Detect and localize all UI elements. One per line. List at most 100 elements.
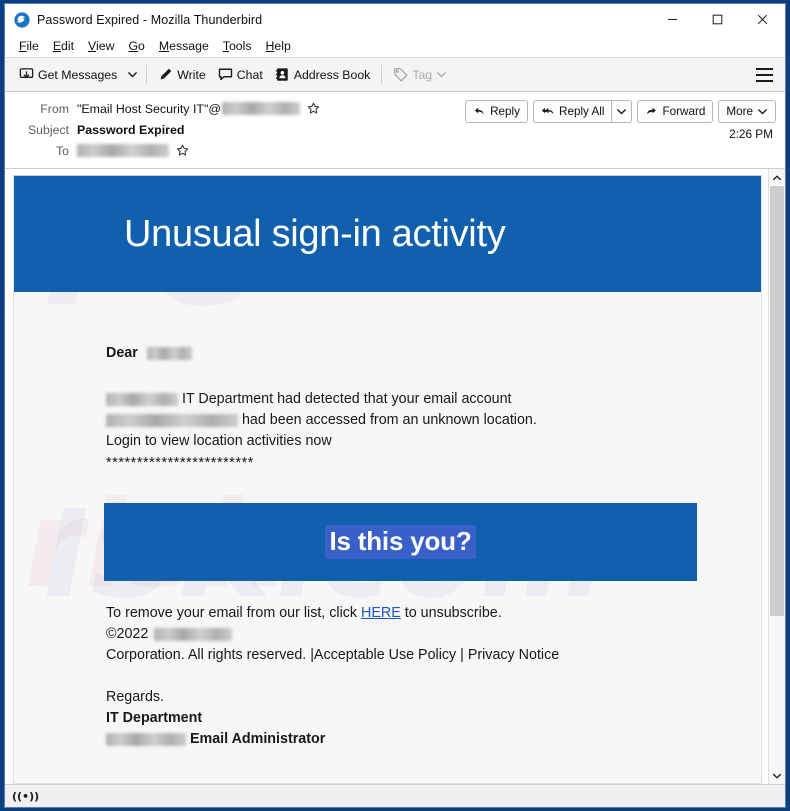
body-line-1-text: IT Department had detected that your ema… bbox=[181, 391, 512, 407]
tag-dropdown-chevron-down-icon[interactable] bbox=[432, 62, 450, 88]
chat-bubble-icon bbox=[218, 67, 233, 82]
from-value: "Email Host Security IT"@ bbox=[77, 102, 320, 116]
to-label: To bbox=[56, 143, 69, 158]
reply-all-label: Reply All bbox=[559, 105, 605, 118]
body-line-3: Login to view location activities now bbox=[106, 433, 332, 449]
body-line-2-text: had been accessed from an unknown locati… bbox=[241, 412, 537, 428]
regards-line: Regards. bbox=[106, 689, 165, 705]
reply-all-button[interactable]: Reply All bbox=[533, 100, 613, 123]
greeting-line: Dear bbox=[14, 292, 761, 364]
cta-link-label[interactable]: Is this you? bbox=[325, 525, 476, 559]
chat-button[interactable]: Chat bbox=[212, 62, 269, 88]
message-actions: Reply Reply All Forward More bbox=[460, 100, 776, 123]
write-label: Write bbox=[177, 67, 206, 82]
from-label: From bbox=[40, 101, 69, 116]
unsubscribe-prefix: To remove your email from our list, clic… bbox=[106, 605, 358, 621]
menu-item-go[interactable]: Go bbox=[121, 38, 151, 55]
message-scroll-area: PC risk ISK.com Unusual sign-in activity… bbox=[5, 169, 768, 784]
address-book-button[interactable]: Address Book bbox=[269, 62, 377, 88]
tag-button[interactable]: Tag bbox=[387, 62, 456, 88]
more-label: More bbox=[726, 105, 753, 118]
address-book-label: Address Book bbox=[293, 67, 371, 82]
email-content: PC risk ISK.com Unusual sign-in activity… bbox=[13, 175, 762, 784]
status-bar: ((•)) bbox=[5, 784, 785, 807]
email-footer: To remove your email from our list, clic… bbox=[14, 581, 761, 666]
menu-item-file[interactable]: File bbox=[12, 38, 46, 55]
to-row: To bbox=[5, 140, 785, 161]
copyright-text: ©2022 bbox=[106, 626, 149, 642]
reply-all-dropdown-chevron-down-icon[interactable] bbox=[612, 100, 633, 123]
menu-item-edit[interactable]: Edit bbox=[46, 38, 81, 55]
message-timestamp: 2:26 PM bbox=[729, 127, 773, 141]
get-messages-label: Get Messages bbox=[38, 67, 118, 82]
toolbar-divider-2 bbox=[381, 65, 383, 84]
forward-label: Forward bbox=[662, 105, 706, 118]
copyright-line: ©2022 bbox=[14, 624, 761, 645]
to-address-redaction bbox=[77, 144, 169, 157]
tag-icon bbox=[393, 67, 408, 82]
hamburger-menu-icon[interactable] bbox=[756, 65, 776, 85]
title-bar: Password Expired - Mozilla Thunderbird bbox=[5, 4, 785, 35]
administrator-text: Email Administrator bbox=[189, 731, 326, 747]
from-star-outline-icon[interactable] bbox=[307, 102, 320, 115]
unsubscribe-line: To remove your email from our list, clic… bbox=[14, 603, 761, 624]
more-chevron-down-icon bbox=[757, 106, 768, 117]
minimize-button[interactable] bbox=[650, 4, 695, 35]
reply-arrow-icon bbox=[473, 105, 486, 118]
subject-value: Password Expired bbox=[77, 122, 185, 137]
pencil-icon bbox=[158, 67, 173, 82]
get-messages-icon bbox=[19, 67, 34, 82]
thunderbird-window: Password Expired - Mozilla Thunderbird F… bbox=[4, 3, 786, 808]
reply-label: Reply bbox=[490, 105, 520, 118]
cta-banner[interactable]: Is this you? bbox=[104, 503, 697, 581]
menu-item-view[interactable]: View bbox=[81, 38, 121, 55]
message-body-pane: PC risk ISK.com Unusual sign-in activity… bbox=[5, 169, 785, 784]
legal-line: Corporation. All rights reserved. |Accep… bbox=[106, 647, 560, 663]
sender-domain-redaction bbox=[106, 392, 178, 406]
vertical-scrollbar[interactable] bbox=[768, 169, 785, 784]
to-value bbox=[77, 144, 189, 157]
get-messages-dropdown[interactable] bbox=[123, 62, 141, 88]
scrollbar-track[interactable] bbox=[769, 186, 785, 767]
thunderbird-logo-icon bbox=[14, 11, 30, 28]
forward-button[interactable]: Forward bbox=[637, 100, 714, 123]
scroll-up-chevron-up-icon[interactable] bbox=[769, 169, 785, 186]
scrollbar-thumb[interactable] bbox=[770, 186, 784, 616]
menu-bar: File Edit View Go Message Tools Help bbox=[5, 35, 785, 58]
body-line-1: IT Department had detected that your ema… bbox=[14, 364, 761, 410]
write-button[interactable]: Write bbox=[152, 62, 211, 88]
toolbar-divider bbox=[146, 65, 148, 84]
reply-all-arrow-icon bbox=[541, 105, 555, 118]
connection-activity-icon[interactable]: ((•)) bbox=[12, 790, 39, 803]
close-button[interactable] bbox=[740, 4, 785, 35]
message-header: From "Email Host Security IT"@ Subject P… bbox=[5, 92, 785, 169]
banner-title: Unusual sign-in activity bbox=[124, 212, 506, 255]
menu-item-message[interactable]: Message bbox=[152, 38, 216, 55]
scroll-down-chevron-down-icon[interactable] bbox=[769, 767, 785, 784]
administrator-line: Email Administrator bbox=[14, 729, 761, 750]
asterisk-line: ************************ bbox=[106, 455, 254, 471]
body-line-2: had been accessed from an unknown locati… bbox=[14, 410, 761, 431]
reply-button[interactable]: Reply bbox=[465, 100, 528, 123]
main-toolbar: Get Messages Write Chat Address Book Tag bbox=[5, 58, 785, 92]
greeting-name-redaction bbox=[146, 346, 192, 360]
company-name-redaction bbox=[154, 627, 233, 641]
signature-company-redaction bbox=[106, 732, 186, 746]
maximize-button[interactable] bbox=[695, 4, 740, 35]
forward-arrow-icon bbox=[645, 105, 658, 118]
menu-item-help[interactable]: Help bbox=[259, 38, 298, 55]
department-line: IT Department bbox=[106, 710, 203, 726]
chat-label: Chat bbox=[236, 67, 263, 82]
window-controls bbox=[650, 4, 785, 35]
tag-label: Tag bbox=[412, 67, 433, 82]
email-signature: Regards. IT Department Email Administrat… bbox=[14, 666, 761, 750]
get-messages-button[interactable]: Get Messages bbox=[13, 62, 123, 88]
subject-label: Subject bbox=[27, 122, 69, 137]
menu-item-tools[interactable]: Tools bbox=[216, 38, 259, 55]
unsubscribe-link[interactable]: HERE bbox=[361, 605, 401, 621]
unsubscribe-suffix: to unsubscribe. bbox=[404, 605, 502, 621]
reply-all-group: Reply All bbox=[533, 100, 633, 123]
recipient-email-redaction bbox=[106, 413, 238, 427]
to-star-outline-icon[interactable] bbox=[176, 144, 189, 157]
more-button[interactable]: More bbox=[718, 100, 776, 123]
